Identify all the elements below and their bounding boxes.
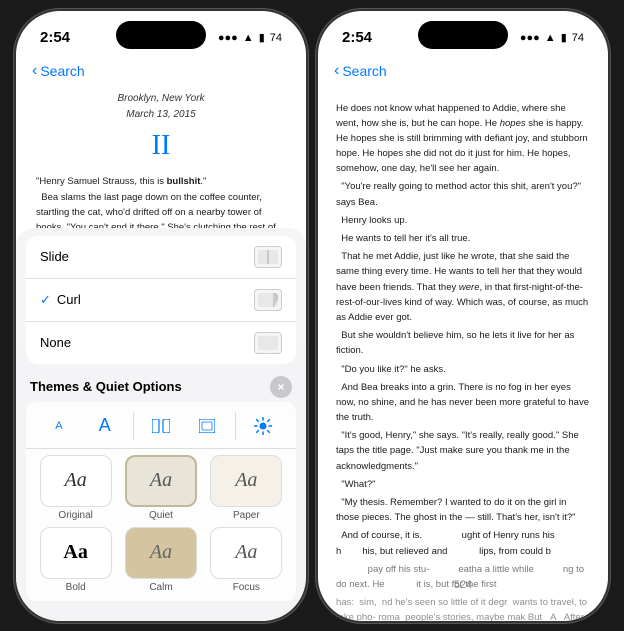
theme-bold-label: Bold [66,582,86,593]
transition-none[interactable]: None [26,322,296,364]
right-phone: 2:54 ●●● ▲ ▮ 74 ‹ Search He does not kno… [318,11,608,621]
book-header: Brooklyn, New YorkMarch 13, 2015 II [36,91,286,167]
curl-label: Curl [57,292,254,307]
close-button[interactable]: × [270,376,292,398]
page-number: 524 [318,579,608,591]
read-para-9: "It's good, Henry," she says. "It's real… [336,428,590,474]
theme-calm-label: Calm [149,582,172,593]
theme-original-preview: Aa [40,455,112,507]
slide-label: Slide [40,249,254,264]
theme-focus-preview: Aa [210,527,282,579]
wifi-icon: ▲ [243,32,254,44]
nav-bar-left: ‹ Search [16,55,306,91]
chapter-number: II [36,125,286,167]
read-para-14: has: sim, nd he's seen so little of it d… [336,595,590,620]
theme-calm[interactable]: Aa Calm [121,527,200,593]
theme-calm-preview: Aa [125,527,197,579]
reading-content: He does not know what happened to Addie,… [318,91,608,621]
close-icon: × [277,380,284,394]
app-container: 2:54 ●●● ▲ ▮ 74 ‹ Search Brooklyn, New Y… [6,1,618,631]
status-bar-right: 2:54 ●●● ▲ ▮ 74 [318,11,608,55]
status-bar-left: 2:54 ●●● ▲ ▮ 74 [16,11,306,55]
status-icons-right: ●●● ▲ ▮ 74 [520,31,584,44]
read-para-1: He does not know what happened to Addie,… [336,101,590,177]
separator-1 [133,412,134,440]
signal-icon-right: ●●● [520,32,540,44]
battery-level-right: 74 [572,32,584,44]
back-label-left: Search [40,63,84,79]
transition-slide[interactable]: Slide [26,236,296,279]
theme-original[interactable]: Aa Original [36,455,115,521]
book-para-1: "Henry Samuel Strauss, this is bullshit.… [36,175,286,190]
theme-paper-preview: Aa [210,455,282,507]
status-icons-left: ●●● ▲ ▮ 74 [218,31,282,44]
read-para-3: Henry looks up. [336,213,590,228]
font-small-button[interactable]: A [41,410,77,442]
read-para-10: "What?" [336,477,590,492]
left-phone: 2:54 ●●● ▲ ▮ 74 ‹ Search Brooklyn, New Y… [16,11,306,621]
read-para-12: And of course, it is. ught of Henry runs… [336,528,590,558]
none-icon [254,332,282,354]
read-para-11: "My thesis. Remember? I wanted to do it … [336,495,590,525]
format-button[interactable] [189,410,225,442]
font-large-button[interactable]: A [87,410,123,442]
chevron-left-icon: ‹ [32,62,37,80]
theme-focus[interactable]: Aa Focus [207,527,286,593]
read-para-5: That he met Addie, just like he wrote, t… [336,249,590,325]
columns-icon [152,419,170,433]
status-time-left: 2:54 [40,29,70,46]
curl-icon [254,289,282,311]
themes-title: Themes & Quiet Options [30,379,182,394]
theme-paper-label: Paper [233,510,260,521]
theme-bold-preview: Aa [40,527,112,579]
bottom-panel: Slide ✓ Curl None [16,228,306,621]
battery-icon-right: ▮ [561,31,567,44]
format-icon [199,419,215,433]
read-para-4: He wants to tell her it's all true. [336,231,590,246]
theme-quiet[interactable]: Aa Quiet [121,455,200,521]
themes-header: Themes & Quiet Options × [16,368,306,402]
separator-2 [235,412,236,440]
book-location: Brooklyn, New YorkMarch 13, 2015 [36,91,286,123]
back-button-left[interactable]: ‹ Search [32,62,85,80]
theme-paper[interactable]: Aa Paper [207,455,286,521]
back-label-right: Search [342,63,386,79]
wifi-icon-right: ▲ [545,32,556,44]
none-label: None [40,335,254,350]
theme-bold[interactable]: Aa Bold [36,527,115,593]
theme-quiet-label: Quiet [149,510,173,521]
font-size-row: A A [26,402,296,449]
chevron-left-icon-right: ‹ [334,62,339,80]
battery-level-left: 74 [270,32,282,44]
read-para-8: And Bea breaks into a grin. There is no … [336,380,590,426]
signal-icon: ●●● [218,32,238,44]
transition-curl[interactable]: ✓ Curl [26,279,296,322]
nav-bar-right: ‹ Search [318,55,608,91]
themes-grid: Aa Original Aa Quiet Aa Pap [26,449,296,601]
transition-menu: Slide ✓ Curl None [26,236,296,364]
check-icon: ✓ [40,292,51,308]
read-para-7: "Do you like it?" he asks. [336,362,590,377]
columns-button[interactable] [143,410,179,442]
read-para-6: But she wouldn't believe him, so he lets… [336,328,590,358]
brightness-icon [254,417,272,435]
brightness-button[interactable] [245,410,281,442]
back-button-right[interactable]: ‹ Search [334,62,387,80]
read-para-2: "You're really going to method actor thi… [336,179,590,209]
battery-icon: ▮ [259,31,265,44]
status-time-right: 2:54 [342,29,372,46]
theme-focus-label: Focus [233,582,260,593]
theme-original-label: Original [58,510,92,521]
theme-quiet-preview: Aa [125,455,197,507]
slide-icon [254,246,282,268]
